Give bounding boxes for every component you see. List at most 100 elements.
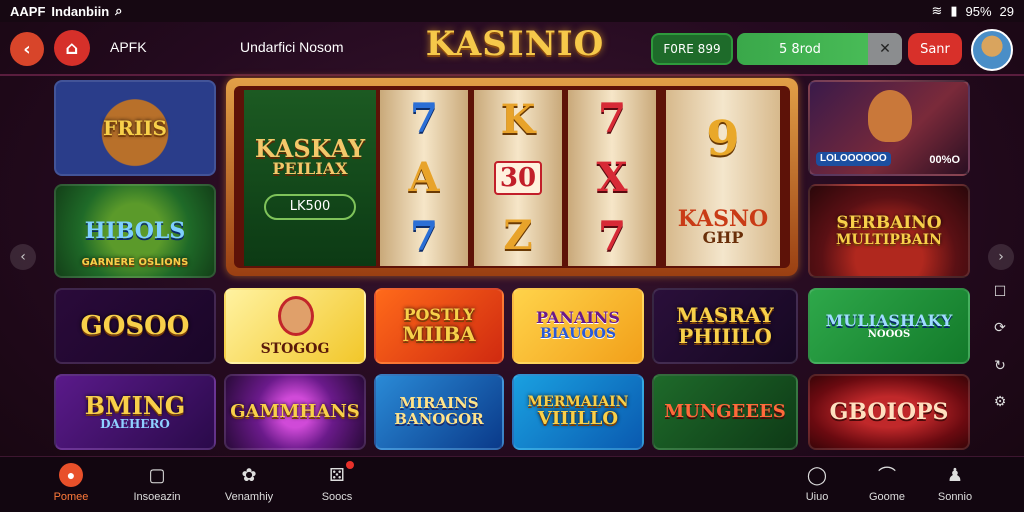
game-tile-multiplayer[interactable]: SERBAINO MULTIPBAIN (808, 184, 970, 278)
carousel-next-button[interactable]: › (988, 244, 1014, 270)
nav-item-soocs[interactable]: ⚄ Soocs (292, 461, 382, 503)
reel-symbol: A (408, 153, 440, 201)
game-tile-boss[interactable]: HIBOLS GARNERE OSLIONS (54, 184, 216, 278)
reel-symbol: X (596, 153, 628, 201)
game-tile-mermaiain[interactable]: MERMAIAIN VIIILLO (512, 374, 644, 450)
status-app-name: AAPF (10, 3, 46, 19)
slot-brand: KASNO GHP (678, 208, 768, 246)
reel-2: K 30 Z (474, 90, 562, 266)
bottom-nav: ● Pomee ▢ Insoeazin ✿ Venamhiy ⚄ Soocs ◯… (0, 456, 1024, 512)
tile-titles: PANAINS BIAUOOS (536, 308, 620, 343)
signal-icon: ▮ (950, 3, 958, 18)
search-icon: ⌕ (115, 3, 123, 18)
status-left: AAPF Indanbiin ⌕ (10, 3, 122, 19)
nav-item-venamhiy[interactable]: ✿ Venamhiy (204, 463, 294, 504)
slot-inner: KASKAY PEILIAX LK500 7 A 7 K 30 Z 7 X 7 … (234, 86, 790, 268)
deposit-button[interactable]: 5 8rod ✕ (737, 33, 902, 65)
chat-icon: ◯ (806, 464, 828, 485)
tile-title: GOSOO (80, 311, 190, 341)
tile-title: BMING (84, 391, 186, 421)
slot-brand-panel: 9 KASNO GHP (666, 90, 780, 266)
square-icon[interactable]: ☐ (990, 282, 1010, 302)
reel-symbol: 7 (410, 95, 438, 143)
nav-label: Venamhiy (224, 491, 274, 503)
nav-label: Goome (868, 491, 906, 503)
start-button[interactable]: Sanr (908, 33, 962, 65)
back-button[interactable]: ‹ (10, 32, 44, 66)
settings-icon[interactable]: ⚙ (990, 392, 1010, 412)
game-tile-gboiops[interactable]: GBOIOPS (808, 374, 970, 450)
game-tile-postly[interactable]: POSTLY MIIBA (374, 288, 504, 364)
nav-label: Uiuo (805, 491, 829, 503)
nav-item-insoeazin[interactable]: ▢ Insoeazin (112, 463, 202, 504)
tile-caption: DAEHERO (100, 417, 170, 432)
tile-caption: NOOOS (867, 329, 911, 341)
header: ‹ ⌂ APFK Undarfici Nosom KASINIO F0RE 89… (0, 24, 1024, 74)
tile-caption: BANOGOR (394, 410, 484, 428)
featured-slot-machine[interactable]: KASKAY PEILIAX LK500 7 A 7 K 30 Z 7 X 7 … (226, 78, 798, 276)
brand-logo: KASINIO (425, 24, 605, 64)
reel-symbol: K (500, 96, 536, 144)
chevron-left-icon: ‹ (20, 249, 26, 265)
tile-caption: STOGOG (260, 341, 330, 357)
fox-badge: LOLOOOOOO (816, 152, 891, 166)
nav-label[interactable]: Undarfici Nosom (240, 39, 343, 55)
character-art (278, 296, 314, 336)
carousel-prev-button[interactable]: ‹ (10, 244, 36, 270)
deposit-label: 5 8rod (779, 41, 821, 57)
tile-title: MASRAY (676, 303, 774, 327)
tile-titles: MIRAINS BANOGOR (394, 395, 484, 428)
header-divider (0, 74, 1024, 76)
game-tile-bming[interactable]: BMING DAEHERO (54, 374, 216, 450)
slot-brand-sub: GHP (702, 227, 744, 247)
headset-icon: ⌒ (878, 466, 896, 486)
game-tile-muliashaky[interactable]: MULIASHAKY NOOOS (808, 288, 970, 364)
game-tile-masray[interactable]: MASRAY PHIIILO (652, 288, 798, 364)
refresh-icon[interactable]: ⟳ (990, 318, 1010, 338)
star-icon[interactable]: ✕ (868, 33, 902, 65)
nav-label: Soocs (321, 491, 353, 503)
slot-amount-button[interactable]: LK500 (264, 193, 356, 220)
chevron-left-icon: ‹ (23, 38, 31, 60)
app-label[interactable]: APFK (110, 39, 147, 55)
game-tile-roulette[interactable]: FRIIS (54, 80, 216, 176)
profile-icon: ♟ (946, 464, 964, 485)
slot-big-symbol: 9 (706, 110, 740, 167)
reel-symbol: 7 (598, 95, 626, 143)
status-location: Indanbiin (51, 3, 110, 19)
tile-caption: PHIIILO (678, 324, 772, 348)
balance-pill[interactable]: F0RE 899 (651, 33, 733, 65)
avatar[interactable] (971, 29, 1013, 71)
tile-titles: BMING DAEHERO (85, 393, 186, 431)
tile-title: MULIASHAKY (825, 310, 953, 330)
tile-title: MUNGEEES (664, 401, 786, 422)
chevron-right-icon: › (998, 249, 1004, 265)
tile-caption: BIAUOOS (540, 326, 616, 343)
status-battery: 95% (965, 3, 992, 19)
game-tile-gammhans[interactable]: GAMMHANS (224, 374, 366, 450)
game-tile-gosoo[interactable]: GOSOO (54, 288, 216, 364)
tile-caption: VIIILLO (537, 407, 619, 429)
slot-title: KASKAY PEILIAX (255, 136, 365, 178)
tile-title: SERBAINO (836, 212, 942, 233)
reel-symbol: 30 (493, 160, 543, 195)
reel-symbol: 7 (410, 212, 438, 260)
bag-icon: ⌂ (65, 37, 79, 59)
nav-item-home[interactable]: ● Pomee (26, 463, 116, 503)
game-tile-stogog[interactable]: STOGOG (224, 288, 366, 364)
game-tile-fox[interactable]: LOLOOOOOO 00%O (808, 80, 970, 176)
game-tile-panains[interactable]: PANAINS BIAUOOS (512, 288, 644, 364)
tile-title: PANAINS (536, 308, 620, 328)
fox-value: 00%O (929, 154, 960, 166)
shop-button[interactable]: ⌂ (54, 30, 90, 66)
slot-promo-panel: KASKAY PEILIAX LK500 (244, 90, 376, 266)
rotate-icon[interactable]: ↻ (990, 356, 1010, 376)
home-icon: ● (59, 463, 83, 487)
game-tile-mungeees[interactable]: MUNGEEES (652, 374, 798, 450)
reel-3: 7 X 7 (568, 90, 656, 266)
game-tile-mirains[interactable]: MIRAINS BANOGOR (374, 374, 504, 450)
nav-label: Insoeazin (133, 491, 181, 503)
multiplayer-titles: SERBAINO MULTIPBAIN (836, 212, 942, 248)
tile-caption: GARNERE OSLIONS (81, 257, 189, 268)
nav-item-sonnio[interactable]: ♟ Sonnio (910, 463, 1000, 504)
